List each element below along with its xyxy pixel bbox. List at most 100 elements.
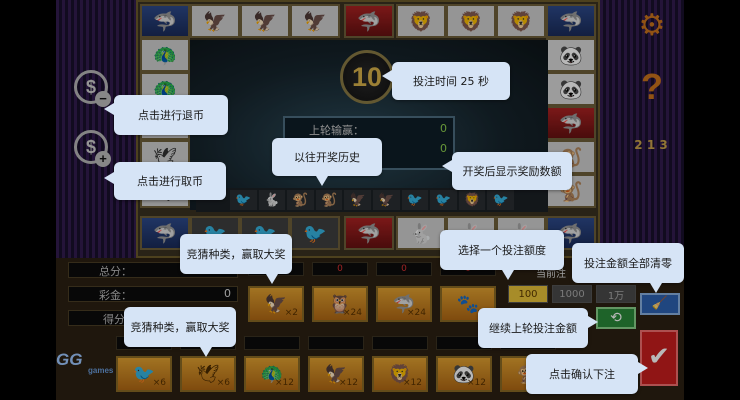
confirm-bet-button[interactable]: ✔: [640, 330, 678, 386]
bet-owl-button[interactable]: 🦉 ×24: [312, 286, 368, 322]
right-letterbox: [684, 0, 740, 400]
callout-tail: [650, 283, 662, 293]
plus-icon: +: [95, 151, 111, 167]
help-question-icon[interactable]: ?: [640, 66, 664, 107]
callout-tail: [588, 316, 598, 328]
bet-multiplier: ×12: [275, 378, 294, 388]
callout-tail: [316, 176, 328, 186]
leaderboard-podium-icon[interactable]: 2 1 3: [633, 138, 669, 164]
tile-gold-shark-icon: 🦈: [344, 216, 394, 250]
last-round-label: 上轮输赢：: [309, 124, 364, 137]
logo-text: GG: [56, 350, 83, 369]
history-swallow-icon: 🐦: [401, 190, 429, 210]
callout-tail: [200, 347, 212, 357]
settings-gear-icon[interactable]: ⚙: [636, 10, 668, 42]
callout-confirm: 点击确认下注: [526, 354, 638, 394]
bet-peacock-button[interactable]: 🦚 ×12: [244, 356, 300, 392]
amount-10k-button[interactable]: 1万: [596, 285, 636, 303]
score-row: 得分: [68, 310, 128, 326]
callout-deposit-text: 点击进行取币: [137, 175, 203, 188]
callout-clear-text: 投注金额全部清零: [584, 257, 672, 270]
bet-multiplier: ×6: [216, 378, 230, 388]
history-eagle-icon: 🦅: [344, 190, 371, 210]
jackpot-value: 0: [224, 287, 231, 300]
callout-history: 以往开奖历史: [272, 138, 382, 176]
score-label: 得分: [103, 313, 125, 326]
history-swallow-icon: 🐦: [230, 190, 257, 210]
bet-readout: [372, 336, 428, 350]
bet-pigeon-button[interactable]: 🕊 ×6: [180, 356, 236, 392]
tile-gold-shark-icon: 🦈: [344, 4, 394, 38]
callout-guess-top-text: 竞猜种类，赢取大奖: [186, 248, 286, 261]
bet-multiplier: ×24: [407, 308, 426, 318]
history-monkey-icon: 🐒: [287, 190, 314, 210]
bet-shark-button[interactable]: 🦈 ×24: [376, 286, 432, 322]
last-round-value: 0: [440, 122, 447, 135]
deposit-coin-button[interactable]: $ +: [74, 130, 111, 167]
amount-100-button[interactable]: 100: [508, 285, 548, 303]
history-rabbit-icon: 🐇: [258, 190, 286, 210]
repeat-icon: ⟲: [610, 310, 622, 326]
bet-multiplier: ×12: [339, 378, 358, 388]
callout-tail: [502, 270, 514, 280]
callout-bet-time: 投注时间 25 秒: [392, 62, 510, 100]
history-lion-icon: 🦁: [458, 190, 486, 210]
bet-panda-button[interactable]: 🐼 ×12: [436, 356, 492, 392]
callout-guess-bottom: 竞猜种类，赢取大奖: [124, 307, 236, 347]
total-score-label: 总分：: [99, 265, 132, 278]
callout-history-text: 以往开奖历史: [294, 151, 360, 164]
callout-clear: 投注金额全部清零: [572, 243, 684, 283]
callout-reward-text: 开奖后显示奖励数额: [462, 165, 562, 178]
callout-tail: [442, 160, 452, 172]
tile-swallow-icon: 🐦: [290, 216, 340, 250]
tile-eagle-icon: 🦅: [290, 4, 340, 38]
jackpot-row: 彩金： 0: [68, 286, 238, 302]
history-swallow-icon: 🐦: [430, 190, 457, 210]
history-swallow-icon: 🐦: [487, 190, 514, 210]
callout-guess-top: 竞猜种类，赢取大奖: [180, 234, 292, 274]
callout-reward: 开奖后显示奖励数额: [452, 152, 572, 190]
callout-choose-amount-text: 选择一个投注额度: [458, 244, 546, 257]
amount-1000-button[interactable]: 1000: [552, 285, 592, 303]
checkmark-icon: ✔: [648, 342, 670, 372]
repeat-last-bet-button[interactable]: ⟲: [596, 307, 636, 329]
callout-bet-time-text: 投注时间 25 秒: [413, 75, 489, 88]
broom-icon: 🧹: [651, 296, 669, 311]
callout-tail: [104, 172, 114, 184]
tile-eagle-icon: 🦅: [240, 4, 290, 38]
history-row: 🐦 🐇 🐒 🐒 🦅 🦅 🐦 🐦 🦁 🐦: [196, 188, 548, 212]
history-monkey-icon: 🐒: [315, 190, 343, 210]
last-round-value: 0: [440, 142, 447, 155]
tile-rabbit-icon: 🐇: [396, 216, 446, 250]
withdraw-coin-button[interactable]: $ −: [74, 70, 111, 107]
bet-readout: [244, 336, 300, 350]
clear-bets-button[interactable]: 🧹: [640, 293, 680, 315]
bet-multiplier: ×12: [467, 378, 486, 388]
tile-panda-icon: 🐼: [546, 38, 596, 72]
left-letterbox: [0, 0, 56, 400]
bet-lion-button[interactable]: 🦁 ×12: [372, 356, 428, 392]
callout-repeat-text: 继续上轮投注金额: [489, 322, 577, 335]
tile-shark-icon: 🦈: [140, 4, 190, 38]
callout-tail: [382, 70, 392, 82]
tile-eagle-icon: 🦅: [190, 4, 240, 38]
bet-readout: 0: [312, 262, 368, 276]
callout-tail: [104, 103, 114, 115]
callout-guess-bottom-text: 竞猜种类，赢取大奖: [130, 321, 230, 334]
callout-deposit: 点击进行取币: [114, 162, 226, 200]
tile-lion-icon: 🦁: [496, 4, 546, 38]
tile-panda-icon: 🐼: [546, 72, 596, 106]
bet-swallow-button[interactable]: 🐦 ×6: [116, 356, 172, 392]
callout-withdraw-text: 点击进行退币: [138, 109, 204, 122]
bet-multiplier: ×24: [343, 308, 362, 318]
callout-choose-amount: 选择一个投注额度: [440, 230, 564, 270]
callout-tail: [266, 274, 278, 284]
bet-eagle-button[interactable]: 🦅 ×2: [248, 286, 304, 322]
callout-withdraw: 点击进行退币: [114, 95, 228, 135]
bet-multiplier: ×2: [284, 308, 298, 318]
bet-readout: 0: [376, 262, 432, 276]
gg-games-logo: GG games: [56, 350, 116, 375]
bet-hawk-button[interactable]: 🦅 ×12: [308, 356, 364, 392]
tile-lion-icon: 🦁: [396, 4, 446, 38]
jackpot-label: 彩金：: [99, 289, 132, 302]
